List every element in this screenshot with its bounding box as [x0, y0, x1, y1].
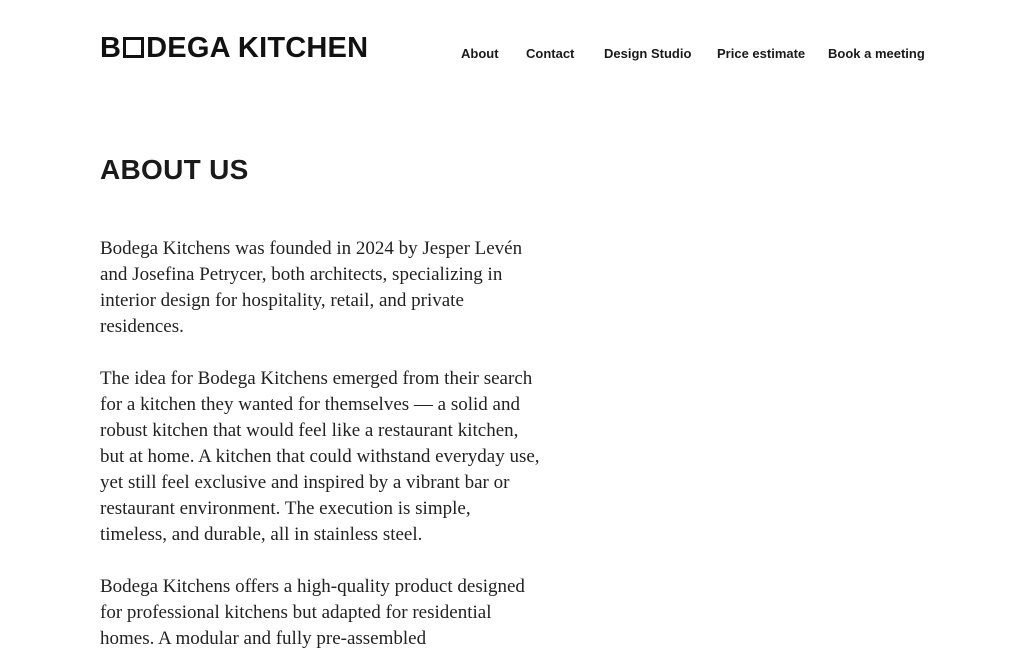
nav-link-book-meeting[interactable]: Book a meeting	[828, 46, 925, 61]
nav-link-contact[interactable]: Contact	[526, 46, 574, 61]
main-nav: About Contact Design Studio Price estima…	[0, 46, 1024, 64]
page: B DEGA KITCHEN About Contact Design Studi…	[0, 0, 1024, 672]
paragraph-founding: Bodega Kitchens was founded in 2024 by J…	[100, 238, 523, 337]
paragraph-product: Bodega Kitchens offers a high-quality pr…	[100, 576, 525, 649]
nav-link-design-studio[interactable]: Design Studio	[604, 46, 691, 61]
page-title: ABOUT US	[100, 154, 249, 185]
paragraph-idea: The idea for Bodega Kitchens emerged fro…	[100, 368, 540, 545]
nav-link-about[interactable]: About	[461, 46, 499, 61]
about-text: Bodega Kitchens was founded in 2024 by J…	[100, 236, 540, 672]
nav-link-price-estimate[interactable]: Price estimate	[717, 46, 805, 61]
